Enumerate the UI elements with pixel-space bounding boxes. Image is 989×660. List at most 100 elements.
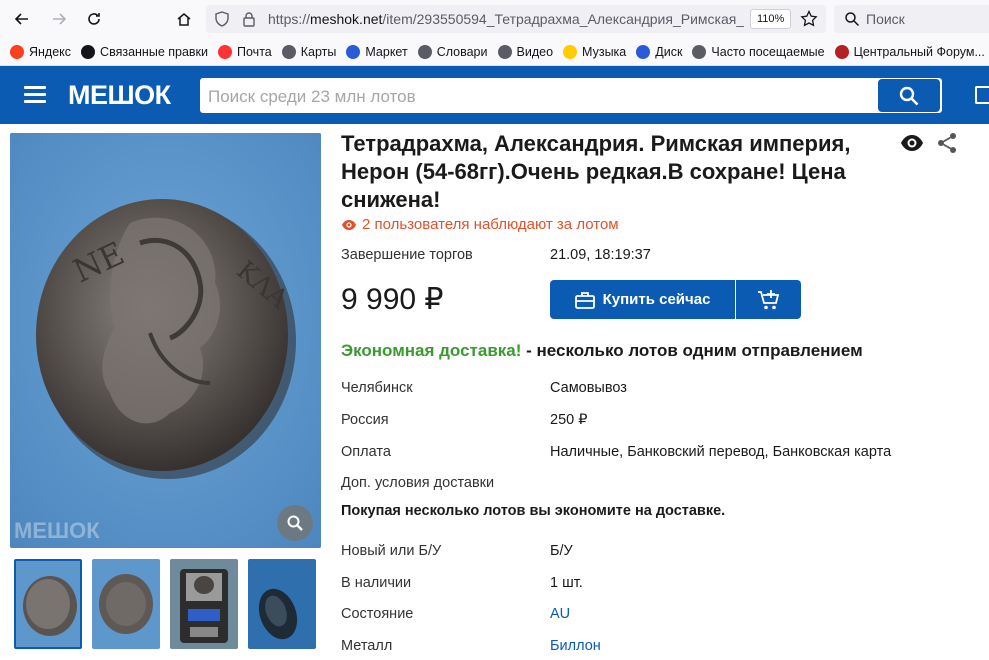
share-icon: [938, 133, 956, 153]
site-search-input[interactable]: Поиск среди 23 млн лотов: [208, 87, 416, 107]
home-icon: [177, 13, 191, 26]
reload-icon: [88, 13, 100, 25]
bookmark-label: Часто посещаемые: [711, 44, 825, 59]
home-button[interactable]: [172, 7, 196, 31]
bookmark-item[interactable]: Центральный Форум...: [834, 44, 985, 59]
header-cart-icon[interactable]: [975, 86, 989, 104]
photo-thumbnails: [12, 559, 322, 649]
shipping-country-value: 250 ₽: [550, 412, 588, 428]
site-header: МЕШОК Поиск среди 23 млн лотов: [0, 66, 989, 124]
menu-icon[interactable]: [24, 86, 46, 104]
wikipedia-icon: [81, 44, 96, 59]
bookmark-label: Маркет: [365, 44, 408, 59]
grade-link[interactable]: AU: [550, 606, 570, 622]
bookmark-label: Диск: [655, 44, 683, 59]
bookmark-label: Яндекс: [29, 44, 72, 59]
gear-icon: [692, 44, 707, 59]
mail-icon: [218, 44, 233, 59]
auction-end-value: 21.09, 18:19:37: [550, 247, 651, 263]
address-bar[interactable]: https://meshok.net/item/293550594_Тетрад…: [206, 5, 826, 33]
shield-icon[interactable]: [214, 11, 230, 27]
stock-value: 1 шт.: [550, 575, 583, 591]
back-button[interactable]: [10, 7, 34, 31]
bookmark-item[interactable]: Маркет: [346, 44, 408, 59]
star-icon[interactable]: [800, 10, 818, 28]
bookmark-label: Почта: [237, 44, 272, 59]
arrow-left-icon: [14, 13, 28, 25]
browser-toolbar: https://meshok.net/item/293550594_Тетрад…: [0, 0, 989, 38]
extra-delivery-label: Доп. условия доставки: [341, 475, 495, 491]
eye-icon: [901, 135, 923, 151]
bookmark-item[interactable]: Видео: [497, 44, 554, 59]
delivery-promo-highlight: Экономная доставка!: [341, 341, 522, 360]
auction-end-label: Завершение торгов: [341, 247, 473, 263]
zoom-level[interactable]: 110%: [750, 9, 792, 29]
bookmark-item[interactable]: Карты: [281, 44, 337, 59]
lot-title: Тетрадрахма, Александрия. Римская импери…: [341, 131, 851, 212]
browser-search[interactable]: Поиск: [834, 5, 989, 33]
bookmark-label: Музыка: [582, 44, 627, 59]
savings-note: Покупая несколько лотов вы экономите на …: [341, 503, 726, 519]
bookmark-item[interactable]: Яндекс: [10, 44, 72, 59]
share-button[interactable]: [936, 132, 958, 154]
watchers-info: 2 пользователя наблюдают за лотом: [341, 216, 619, 233]
site-search-button[interactable]: [878, 79, 940, 112]
globe-icon: [281, 44, 296, 59]
condition-type-label: Новый или Б/У: [341, 543, 442, 559]
metal-link[interactable]: Биллон: [550, 638, 601, 654]
url-text[interactable]: https://meshok.net/item/293550594_Тетрад…: [268, 11, 744, 27]
bookmark-item[interactable]: Связанные правки: [81, 44, 209, 59]
reload-button[interactable]: [82, 7, 106, 31]
bookmark-label: Словари: [436, 44, 488, 59]
payment-value: Наличные, Банковский перевод, Банковская…: [550, 444, 892, 460]
site-search: Поиск среди 23 млн лотов: [198, 76, 944, 115]
yandex-icon: [10, 44, 24, 59]
buy-now-label: Купить сейчас: [602, 291, 711, 308]
forward-button[interactable]: [47, 7, 71, 31]
coin-image: ΝΕ ΚΛΑ: [10, 133, 321, 548]
music-icon: [563, 44, 578, 59]
buy-now-button[interactable]: Купить сейчас: [550, 280, 735, 319]
add-to-cart-button[interactable]: [736, 280, 801, 319]
eye-icon: [342, 219, 356, 230]
search-icon: [899, 86, 919, 105]
shipping-city-value: Самовывоз: [550, 380, 627, 396]
globe-icon: [497, 44, 512, 59]
thumbnail-3[interactable]: [170, 559, 238, 649]
bookmark-item[interactable]: Музыка: [563, 44, 627, 59]
arrow-right-icon: [53, 13, 67, 25]
bookmark-item[interactable]: Часто посещаемые: [692, 44, 825, 59]
delivery-promo: Экономная доставка! - несколько лотов од…: [341, 341, 863, 361]
shipping-city-label: Челябинск: [341, 380, 413, 396]
metal-label: Металл: [341, 638, 393, 654]
zoom-button[interactable]: [277, 505, 313, 541]
briefcase-icon: [574, 291, 595, 309]
bookmark-item[interactable]: Словари: [417, 44, 488, 59]
thumbnail-4[interactable]: [248, 559, 316, 649]
browser-search-label: Поиск: [866, 11, 905, 27]
url-path: /item/293550594_Тетрадрахма_Александрия_…: [382, 11, 744, 27]
bookmark-label: Центральный Форум...: [853, 44, 985, 59]
thumbnail-2[interactable]: [92, 559, 160, 649]
disk-icon: [636, 44, 651, 59]
thumbnail-1[interactable]: [14, 559, 82, 649]
bookmark-label: Видео: [516, 44, 554, 59]
bookmark-label: Карты: [300, 44, 337, 59]
forum-icon: [834, 44, 849, 59]
condition-type-value: Б/У: [550, 543, 573, 559]
bookmarks-bar: Яндекс Связанные правки Почта Карты Маркет Сл…: [0, 38, 989, 66]
lock-icon[interactable]: [242, 11, 256, 27]
delivery-promo-text: - несколько лотов одним отправлением: [521, 341, 863, 360]
watermark-logo: МЕШОК: [14, 518, 100, 543]
globe-icon: [417, 44, 432, 59]
watch-button[interactable]: [900, 134, 924, 152]
bookmark-item[interactable]: Почта: [218, 44, 272, 59]
shipping-country-label: Россия: [341, 412, 389, 428]
bookmark-label: Связанные правки: [100, 44, 209, 59]
url-host: meshok.net: [310, 11, 383, 27]
bookmark-item[interactable]: Диск: [636, 44, 683, 59]
cart-plus-icon: [757, 289, 779, 309]
stock-label: В наличии: [341, 575, 412, 591]
main-lot-photo[interactable]: ΝΕ ΚΛΑ МЕШОК: [10, 133, 321, 548]
site-logo[interactable]: МЕШОК: [68, 80, 171, 111]
